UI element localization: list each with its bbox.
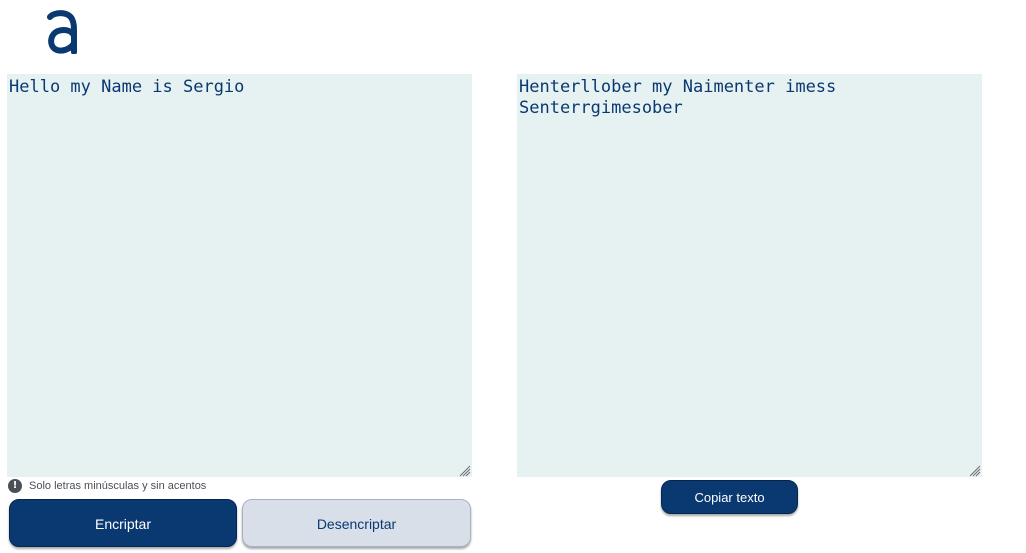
page: Hello my Name is Sergio Henterllober my … <box>0 0 1026 553</box>
decrypt-button[interactable]: Desencriptar <box>242 499 471 547</box>
output-text: Henterllober my Naimenter imess Senterrg… <box>519 77 847 118</box>
resize-handle-icon[interactable] <box>457 462 471 477</box>
encrypt-button[interactable]: Encriptar <box>9 499 237 547</box>
alura-a-logo-icon <box>44 8 80 55</box>
input-text: Hello my Name is Sergio <box>9 77 245 97</box>
exclamation-circle-icon: ! <box>8 479 22 493</box>
input-textarea[interactable]: Hello my Name is Sergio <box>7 74 472 477</box>
output-textarea[interactable]: Henterllober my Naimenter imess Senterrg… <box>517 74 982 477</box>
input-hint: ! Solo letras minúsculas y sin acentos <box>8 479 206 493</box>
input-hint-text: Solo letras minúsculas y sin acentos <box>29 480 207 492</box>
copy-text-button[interactable]: Copiar texto <box>661 480 798 514</box>
resize-handle-icon[interactable] <box>967 462 981 477</box>
